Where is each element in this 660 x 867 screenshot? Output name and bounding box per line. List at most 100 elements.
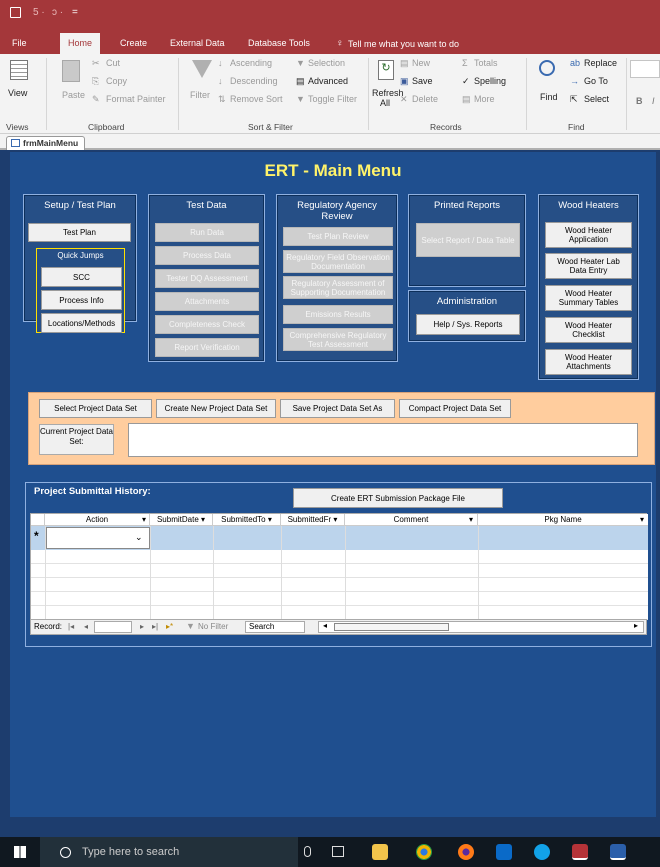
select-button[interactable]: Select — [584, 94, 609, 104]
scroll-thumb[interactable] — [334, 623, 449, 631]
emissions-results-button[interactable]: Emissions Results — [283, 305, 393, 324]
document-tab[interactable]: frmMainMenu — [6, 136, 86, 150]
supporting-documentation-button[interactable]: Regulatory Assessment of Supporting Docu… — [283, 276, 393, 299]
printed-reports-title: Printed Reports — [433, 200, 500, 211]
process-data-button[interactable]: Process Data — [155, 246, 259, 265]
tester-dq-assessment-button[interactable]: Tester DQ Assessment — [155, 269, 259, 288]
prev-record-button[interactable]: ◂ — [84, 622, 88, 631]
new-record-button[interactable]: New — [412, 58, 430, 68]
test-plan-button[interactable]: Test Plan — [28, 223, 131, 242]
word-icon[interactable] — [610, 844, 626, 860]
firefox-icon[interactable] — [458, 844, 474, 860]
copy-button[interactable]: Copy — [106, 76, 127, 86]
outlook-icon[interactable] — [496, 844, 512, 860]
field-observation-button[interactable]: Regulatory Field Observation Documentati… — [283, 250, 393, 273]
tab-create[interactable]: Create — [120, 38, 147, 48]
cut-button[interactable]: Cut — [106, 58, 120, 68]
toggle-filter-button[interactable]: Toggle Filter — [308, 94, 357, 104]
chevron-down-icon[interactable]: ⌄ — [135, 532, 143, 543]
bold-button[interactable]: B — [636, 96, 643, 106]
new-record-nav-button[interactable]: ▸* — [166, 622, 173, 631]
select-project-button[interactable]: Select Project Data Set — [39, 399, 152, 418]
wood-heater-summary-button[interactable]: Wood Heater Summary Tables — [545, 285, 632, 311]
scc-button[interactable]: SCC — [41, 267, 122, 287]
column-header-comment[interactable]: Comment ▾ — [345, 514, 478, 526]
go-to-button[interactable]: Go To — [584, 76, 608, 86]
windows-start-icon[interactable] — [14, 846, 26, 858]
undo-button[interactable]: 5 · — [33, 7, 45, 18]
refresh-all-button[interactable]: Refresh — [372, 88, 404, 98]
view-button[interactable]: View — [8, 88, 27, 98]
chrome-icon[interactable] — [416, 844, 432, 860]
run-data-button[interactable]: Run Data — [155, 223, 259, 242]
current-project-field[interactable] — [128, 423, 638, 457]
spelling-button[interactable]: Spelling — [474, 76, 506, 86]
submittal-history-title: Project Submittal History: — [34, 486, 151, 497]
scroll-left-icon[interactable]: ◂ — [323, 621, 327, 630]
record-number-field[interactable] — [94, 621, 132, 633]
totals-button[interactable]: Totals — [474, 58, 498, 68]
delete-button[interactable]: Delete — [412, 94, 438, 104]
completeness-check-button[interactable]: Completeness Check — [155, 315, 259, 334]
clipboard-group-label: Clipboard — [88, 122, 125, 132]
report-verification-button[interactable]: Report Verification — [155, 338, 259, 357]
microphone-icon[interactable] — [304, 846, 311, 857]
comprehensive-assessment-button[interactable]: Comprehensive Regulatory Test Assessment — [283, 328, 393, 351]
last-record-button[interactable]: ▸| — [152, 622, 158, 631]
selection-button[interactable]: Selection — [308, 58, 345, 68]
format-painter-button[interactable]: Format Painter — [106, 94, 166, 104]
redo-button[interactable]: ↄ · — [52, 7, 63, 18]
save-record-button[interactable]: Save — [412, 76, 433, 86]
save-icon[interactable] — [10, 7, 21, 18]
remove-sort-button[interactable]: Remove Sort — [230, 94, 283, 104]
filter-button[interactable]: Filter — [190, 90, 210, 100]
delete-icon: ✕ — [400, 94, 408, 104]
quick-jumps-title: Quick Jumps — [57, 251, 104, 260]
scroll-right-icon[interactable]: ▸ — [634, 621, 638, 630]
create-package-button[interactable]: Create ERT Submission Package File — [293, 488, 503, 508]
select-report-button[interactable]: Select Report / Data Table — [416, 223, 520, 257]
skype-icon[interactable] — [534, 844, 550, 860]
regulatory-panel-title: Regulatory Agency Review — [297, 200, 377, 222]
attachments-button[interactable]: Attachments — [155, 292, 259, 311]
replace-button[interactable]: Replace — [584, 58, 617, 68]
column-header-pkgname[interactable]: Pkg Name ▾ — [478, 514, 648, 526]
column-header-action[interactable]: Action ▾ — [45, 514, 150, 526]
wood-heater-lab-data-button[interactable]: Wood Heater Lab Data Entry — [545, 253, 632, 279]
column-header-submittedto[interactable]: SubmittedTo ▾ — [213, 514, 281, 526]
process-info-button[interactable]: Process Info — [41, 290, 122, 310]
help-sys-reports-button[interactable]: Help / Sys. Reports — [416, 314, 520, 335]
wood-heater-attachments-button[interactable]: Wood Heater Attachments — [545, 349, 632, 375]
access-icon[interactable] — [572, 844, 588, 860]
test-plan-review-button[interactable]: Test Plan Review — [283, 227, 393, 246]
more-button[interactable]: More — [474, 94, 495, 104]
locations-methods-button[interactable]: Locations/Methods — [41, 313, 122, 333]
no-filter-button[interactable]: No Filter — [198, 622, 228, 631]
save-project-as-button[interactable]: Save Project Data Set As — [280, 399, 395, 418]
customize-toolbar-icon[interactable]: = — [72, 7, 78, 18]
task-view-icon[interactable] — [332, 846, 344, 857]
column-header-submittedfr[interactable]: SubmittedFr ▾ — [281, 514, 345, 526]
tab-database-tools[interactable]: Database Tools — [248, 38, 310, 48]
tell-me-input[interactable]: Tell me what you want to do — [348, 39, 459, 49]
first-record-button[interactable]: |◂ — [68, 622, 74, 631]
tab-external-data[interactable]: External Data — [170, 38, 225, 48]
find-button[interactable]: Find — [540, 92, 558, 102]
file-explorer-icon[interactable] — [372, 844, 388, 860]
wood-heater-checklist-button[interactable]: Wood Heater Checklist — [545, 317, 632, 343]
grid-search-box[interactable]: Search — [245, 621, 305, 633]
tab-home[interactable]: Home — [60, 33, 101, 54]
column-pkgname-label: Pkg Name — [544, 515, 582, 524]
column-header-submitdate[interactable]: SubmitDate ▾ — [150, 514, 213, 526]
italic-button[interactable]: I — [652, 96, 655, 106]
wood-heater-application-button[interactable]: Wood Heater Application — [545, 222, 632, 248]
create-project-button[interactable]: Create New Project Data Set — [156, 399, 276, 418]
descending-button[interactable]: Descending — [230, 76, 278, 86]
next-record-button[interactable]: ▸ — [140, 622, 144, 631]
advanced-button[interactable]: Advanced — [308, 76, 348, 86]
paste-button[interactable]: Paste — [62, 90, 85, 100]
font-box[interactable] — [630, 60, 660, 78]
tab-file[interactable]: File — [12, 38, 27, 48]
ascending-button[interactable]: Ascending — [230, 58, 272, 68]
compact-project-button[interactable]: Compact Project Data Set — [399, 399, 511, 418]
